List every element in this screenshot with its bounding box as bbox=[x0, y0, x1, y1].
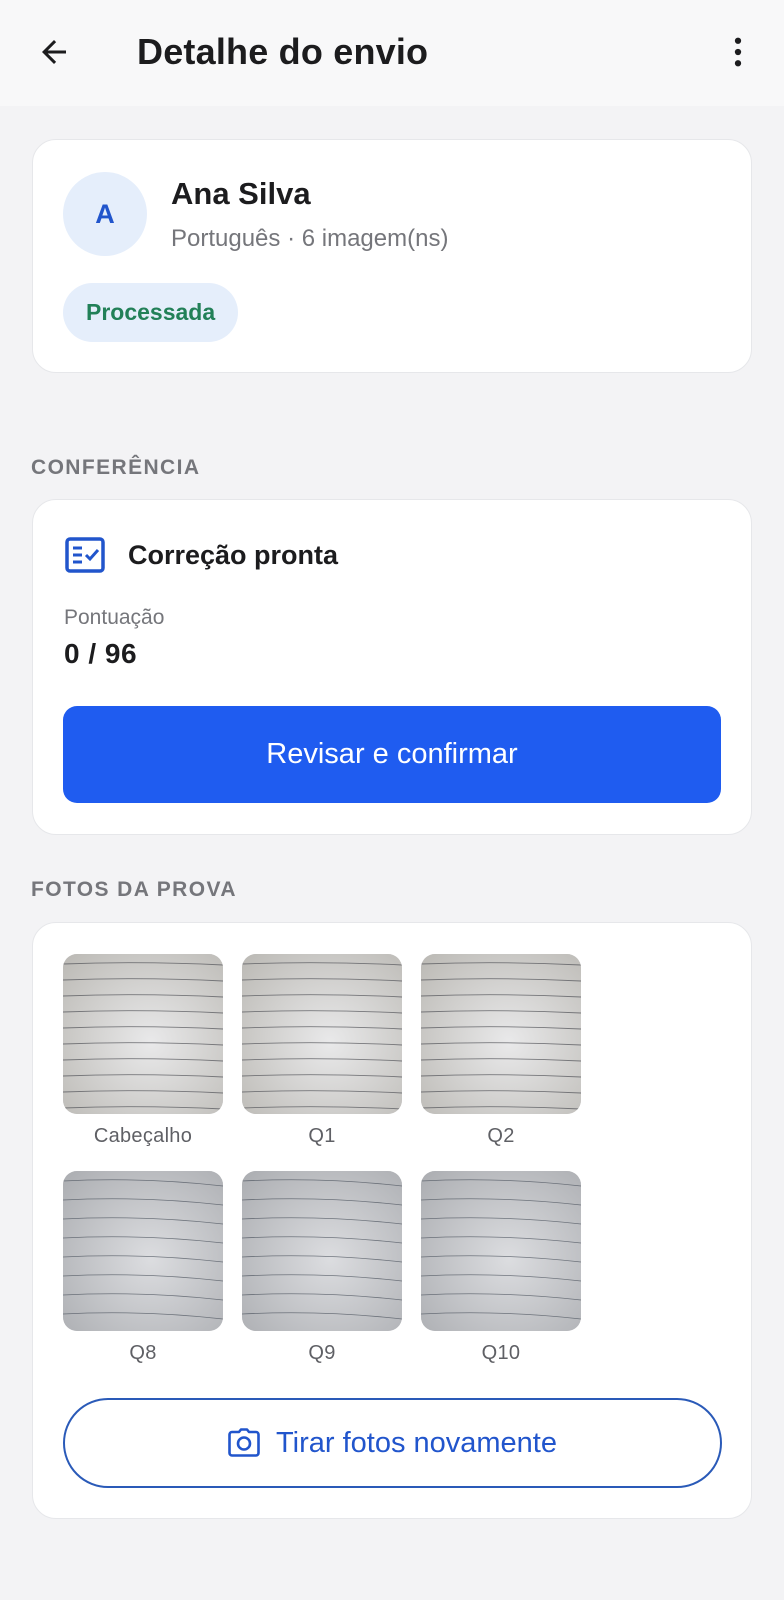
photo-item[interactable]: Q8 bbox=[63, 1171, 223, 1365]
photo-thumbnail[interactable] bbox=[421, 1171, 581, 1331]
page-photo-image bbox=[421, 1171, 581, 1331]
page-photo-image bbox=[63, 954, 223, 1114]
back-button[interactable] bbox=[28, 26, 80, 78]
camera-icon bbox=[228, 1428, 260, 1457]
page-photo-image bbox=[242, 954, 402, 1114]
fotos-card: Cabeçalho Q1 Q2 Q8 Q9 Q10 Tirar fotos no… bbox=[32, 922, 752, 1519]
conferencia-title: Correção pronta bbox=[128, 540, 339, 570]
photo-label: Q9 bbox=[308, 1342, 336, 1364]
review-confirm-button[interactable]: Revisar e confirmar bbox=[63, 706, 721, 803]
student-meta: Português · 6 imagem(ns) bbox=[171, 225, 449, 252]
checklist-icon bbox=[65, 537, 105, 573]
status-badge: Processada bbox=[63, 283, 239, 342]
photo-thumbnail[interactable] bbox=[242, 954, 402, 1114]
photo-thumbnail[interactable] bbox=[63, 1171, 223, 1331]
photo-label: Q1 bbox=[308, 1125, 336, 1147]
avatar: A bbox=[63, 172, 147, 256]
photo-label: Q2 bbox=[487, 1125, 515, 1147]
photo-item[interactable]: Q1 bbox=[242, 954, 402, 1148]
photo-thumbnail[interactable] bbox=[242, 1171, 402, 1331]
photo-item[interactable]: Q10 bbox=[421, 1171, 581, 1365]
photo-label: Cabeçalho bbox=[93, 1125, 193, 1147]
retake-photos-button[interactable]: Tirar fotos novamente bbox=[63, 1398, 722, 1488]
page-title: Detalhe do envio bbox=[137, 31, 429, 72]
photo-label: Q8 bbox=[129, 1342, 157, 1364]
more-options-button[interactable] bbox=[712, 26, 764, 78]
more-vertical-icon bbox=[734, 37, 742, 67]
page-photo-image bbox=[421, 954, 581, 1114]
arrow-left-icon bbox=[42, 40, 66, 64]
photo-label: Q10 bbox=[481, 1342, 521, 1364]
page-photo-image bbox=[63, 1171, 223, 1331]
page-photo-image bbox=[242, 1171, 402, 1331]
photo-item[interactable]: Cabeçalho bbox=[63, 954, 223, 1148]
student-name: Ana Silva bbox=[171, 176, 311, 211]
student-card: A Ana Silva Português · 6 imagem(ns) Pro… bbox=[32, 139, 752, 373]
score-value: 0 / 96 bbox=[64, 638, 138, 669]
photo-thumbnail[interactable] bbox=[421, 954, 581, 1114]
score-label: Pontuação bbox=[64, 606, 165, 629]
photo-item[interactable]: Q2 bbox=[421, 954, 581, 1148]
conferencia-card: Correção pronta Pontuação 0 / 96 Revisar… bbox=[32, 499, 752, 835]
photo-item[interactable]: Q9 bbox=[242, 1171, 402, 1365]
section-label-fotos: FOTOS DA PROVA bbox=[31, 878, 237, 901]
retake-photos-label: Tirar fotos novamente bbox=[276, 1426, 557, 1459]
photo-thumbnail[interactable] bbox=[63, 954, 223, 1114]
app-bar: Detalhe do envio bbox=[0, 0, 784, 106]
section-label-conferencia: CONFERÊNCIA bbox=[31, 456, 201, 479]
